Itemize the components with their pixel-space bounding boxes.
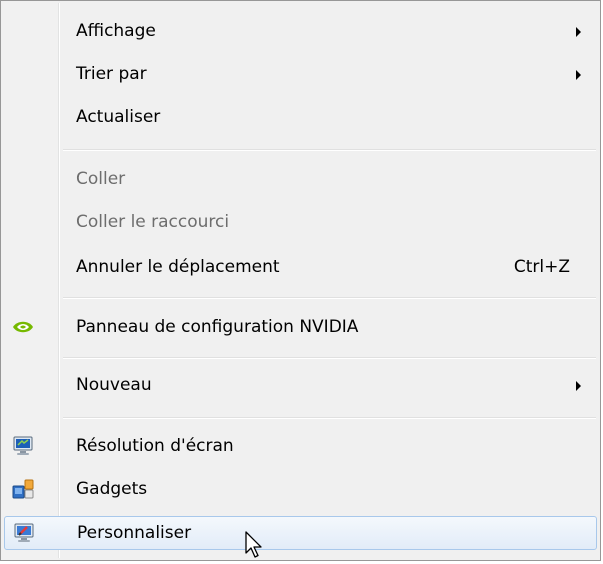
menu-separator (63, 417, 596, 419)
menu-item-annuler-le-deplacement[interactable]: Annuler le déplacement Ctrl+Z (4, 251, 597, 285)
menu-item-label: Personnaliser (77, 523, 192, 543)
menu-item-label: Panneau de configuration NVIDIA (76, 317, 359, 337)
menu-item-label: Résolution d'écran (76, 436, 234, 456)
display-icon (11, 434, 35, 458)
menu-item-actualiser[interactable]: Actualiser (4, 101, 597, 135)
gadgets-icon (11, 477, 35, 501)
menu-item-coller: Coller (4, 163, 597, 197)
menu-separator (63, 357, 596, 359)
menu-item-nvidia-control-panel[interactable]: Panneau de configuration NVIDIA (4, 311, 597, 345)
menu-item-gadgets[interactable]: Gadgets (4, 473, 597, 507)
menu-item-label: Nouveau (76, 375, 152, 395)
mouse-pointer-icon (244, 531, 266, 564)
submenu-arrow-icon (576, 381, 581, 391)
menu-item-label: Annuler le déplacement (76, 257, 280, 277)
menu-item-shortcut: Ctrl+Z (513, 257, 570, 277)
personalize-icon (12, 521, 36, 545)
menu-item-trier-par[interactable]: Trier par (4, 58, 597, 92)
submenu-arrow-icon (576, 70, 581, 80)
nvidia-icon (11, 315, 35, 339)
menu-item-resolution-ecran[interactable]: Résolution d'écran (4, 430, 597, 464)
desktop-context-menu: Affichage Trier par Actualiser Coller Co… (0, 0, 601, 561)
menu-item-label: Trier par (76, 64, 147, 84)
menu-item-label: Coller le raccourci (76, 212, 230, 232)
menu-separator (63, 297, 596, 299)
menu-item-affichage[interactable]: Affichage (4, 15, 597, 49)
menu-item-nouveau[interactable]: Nouveau (4, 369, 597, 403)
menu-separator (63, 149, 596, 151)
menu-item-coller-le-raccourci: Coller le raccourci (4, 206, 597, 240)
menu-item-personnaliser[interactable]: Personnaliser (4, 516, 597, 550)
menu-item-label: Gadgets (76, 479, 148, 499)
menu-item-label: Actualiser (76, 107, 161, 127)
submenu-arrow-icon (576, 27, 581, 37)
menu-item-label: Coller (76, 169, 126, 189)
menu-item-label: Affichage (76, 21, 156, 41)
